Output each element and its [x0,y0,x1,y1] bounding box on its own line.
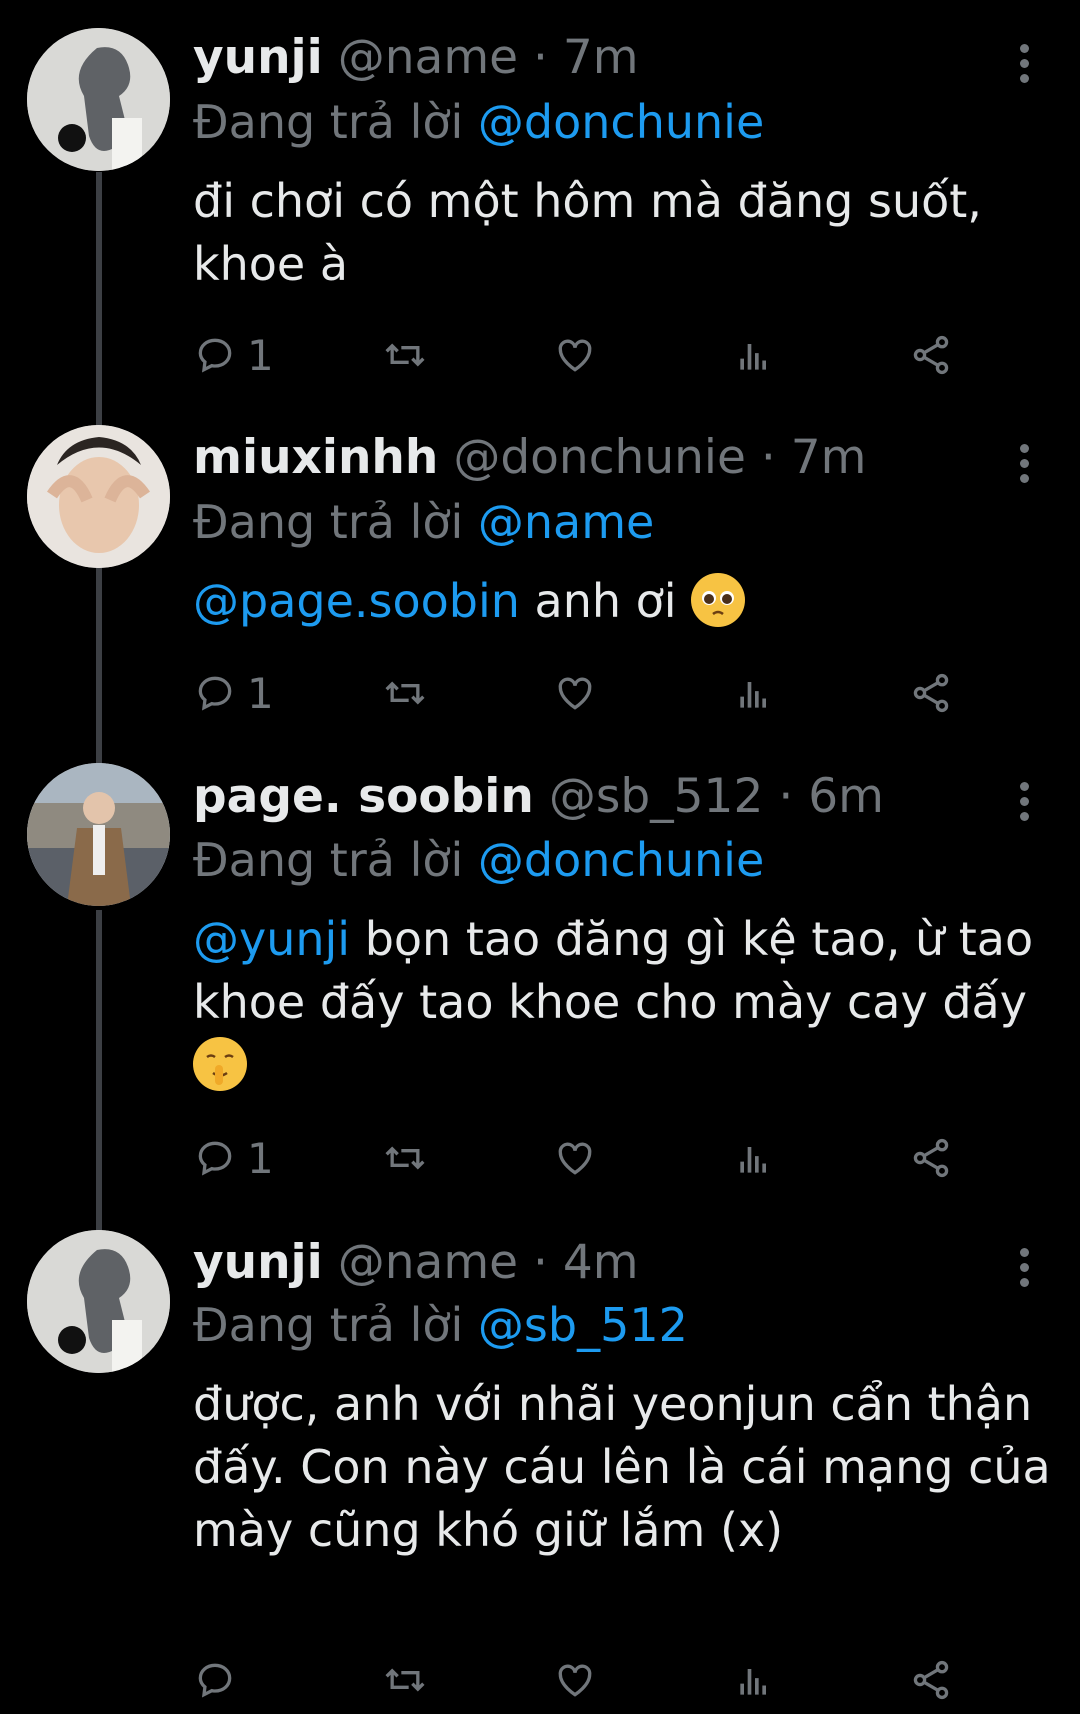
like-icon [558,1664,592,1697]
avatar[interactable] [27,1230,170,1373]
like-button[interactable] [553,1655,597,1705]
timestamp[interactable]: · 6m [778,769,884,824]
share-icon [913,1138,949,1178]
like-button[interactable] [553,330,597,380]
views-icon [740,344,766,370]
author-handle[interactable]: @donchunie [453,430,746,485]
views-button[interactable] [733,668,777,718]
thread-line [96,172,102,429]
share-button[interactable] [909,668,953,718]
replying-label: Đang trả lời [193,1298,464,1352]
reply-count: 1 [247,1133,274,1183]
retweet-icon [385,1668,425,1692]
retweet-button[interactable] [383,330,427,380]
retweet-button[interactable] [383,1655,427,1705]
replying-to-link[interactable]: @sb_512 [478,1298,688,1352]
share-button[interactable] [909,330,953,380]
author-name[interactable]: yunji [193,30,323,85]
retweet-icon [385,343,425,367]
views-button[interactable] [733,330,777,380]
like-button[interactable] [553,668,597,718]
action-bar: 1 [193,1133,1023,1183]
timestamp[interactable]: · 4m [533,1235,639,1290]
avatar[interactable] [27,763,170,906]
reply-icon [198,676,232,711]
author-handle[interactable]: @name [338,30,518,85]
tweet-text-content: được, anh với nhãi yeonjun cẩn thận đấy.… [193,1377,1051,1557]
replying-label: Đang trả lời [193,95,464,149]
tweet-text: được, anh với nhãi yeonjun cẩn thận đấy.… [193,1373,1053,1562]
share-icon [913,673,949,713]
action-bar: 1 [193,668,1023,718]
reply-icon [198,338,232,373]
reply-button[interactable]: 1 [193,330,274,380]
replying-label: Đang trả lời [193,833,464,887]
share-icon [913,335,949,375]
share-button[interactable] [909,1655,953,1705]
tweet-text-content: anh ơi [519,574,692,628]
pleading-face-emoji [691,573,746,627]
views-button[interactable] [733,1133,777,1183]
author-name[interactable]: yunji [193,1235,323,1290]
like-icon [558,339,592,372]
replying-label: Đang trả lời [193,495,464,549]
timestamp[interactable]: · 7m [761,430,867,485]
share-icon [913,1660,949,1700]
tweet-text: @yunji bọn tao đăng gì kệ tao, ừ tao kho… [193,908,1053,1097]
retweet-button[interactable] [383,1133,427,1183]
avatar[interactable] [27,28,170,171]
timestamp[interactable]: · 7m [533,30,639,85]
reply-icon [198,1663,232,1698]
like-button[interactable] [553,1133,597,1183]
more-icon[interactable] [1010,782,1038,827]
thread-line [96,542,102,767]
thread-line [96,910,102,1232]
reply-count: 1 [247,330,274,380]
more-icon[interactable] [1010,444,1038,489]
reply-button[interactable] [193,1655,237,1705]
mention-link[interactable]: @yunji [193,912,350,966]
author-handle[interactable]: @sb_512 [549,769,764,824]
replying-to-link[interactable]: @name [478,495,654,549]
views-icon [740,682,766,708]
retweet-icon [385,681,425,705]
mention-link[interactable]: @page.soobin [193,574,520,628]
share-button[interactable] [909,1133,953,1183]
replying-to-link[interactable]: @donchunie [478,833,764,887]
tweet-text: đi chơi có một hôm mà đăng suốt, khoe à [193,170,1053,296]
like-icon [558,1142,592,1175]
like-icon [558,677,592,710]
reply-button[interactable]: 1 [193,1133,274,1183]
author-handle[interactable]: @name [338,1235,518,1290]
views-button[interactable] [733,1655,777,1705]
more-icon[interactable] [1010,44,1038,89]
reply-button[interactable]: 1 [193,668,274,718]
reply-count: 1 [247,668,274,718]
shushing-face-emoji [193,1037,247,1091]
views-icon [740,1669,766,1695]
author-name[interactable]: page. soobin [193,769,534,824]
action-bar: 1 [193,330,1023,380]
action-bar [193,1655,1023,1705]
more-icon[interactable] [1010,1248,1038,1293]
views-icon [740,1147,766,1173]
reply-icon [198,1141,232,1176]
tweet-text-content: đi chơi có một hôm mà đăng suốt, khoe à [193,174,982,291]
author-name[interactable]: miuxinhh [193,430,438,485]
retweet-icon [385,1146,425,1170]
replying-to-link[interactable]: @donchunie [478,95,764,149]
avatar[interactable] [27,425,170,568]
retweet-button[interactable] [383,668,427,718]
tweet-text: @page.soobin anh ơi [193,570,1053,633]
